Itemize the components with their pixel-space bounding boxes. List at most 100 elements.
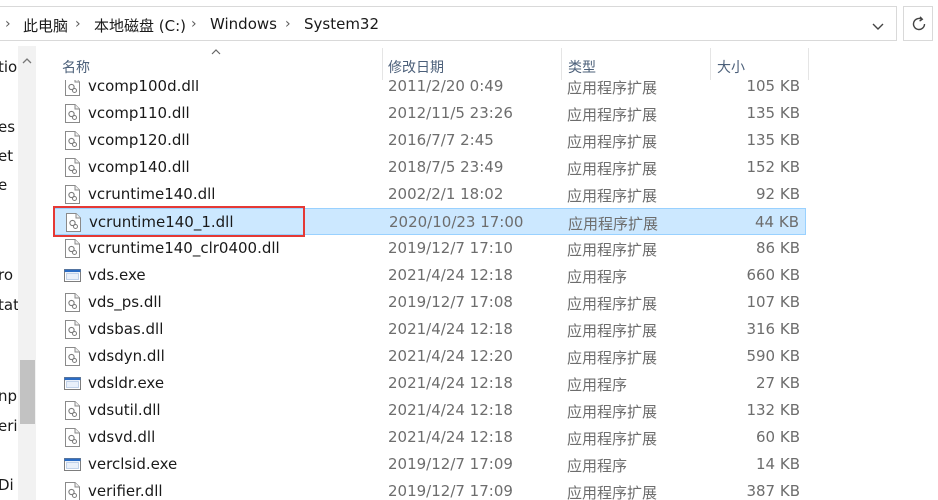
scroll-up-arrow-icon[interactable] [20,56,34,66]
breadcrumb-windows[interactable]: Windows [210,15,277,33]
file-type: 应用程序扩展 [567,106,658,124]
file-type: 应用程序扩展 [567,295,658,313]
nav-item[interactable]: tio [0,58,17,76]
dll-file-icon [64,239,81,258]
file-row[interactable]: vdsutil.dll 2021/4/24 12:18 应用程序扩展 132 KB [54,397,806,424]
file-date: 2021/4/24 12:18 [388,401,513,419]
file-size: 135 KB [746,131,800,149]
column-divider[interactable] [382,48,383,80]
nav-item[interactable]: ro [0,266,13,284]
breadcrumb[interactable]: › 此电脑 › 本地磁盘 (C:) › Windows › System32 [0,6,897,41]
file-row[interactable]: vcruntime140_clr0400.dll 2019/12/7 17:10 应… [54,235,806,262]
file-list: vcomp100d.dll 2011/2/20 0:49 应用程序扩展 105 KB v… [38,46,938,500]
dll-file-icon [64,482,81,500]
column-header-name[interactable]: 名称 [62,57,90,77]
file-row[interactable]: vdsvd.dll 2021/4/24 12:18 应用程序扩展 60 KB [54,424,806,451]
file-name: vdsdyn.dll [88,347,165,365]
dll-file-icon [64,131,81,150]
file-type: 应用程序 [567,376,628,394]
nav-item[interactable]: Di [0,476,14,494]
file-type: 应用程序扩展 [567,160,658,178]
dll-file-icon [64,104,81,123]
dll-file-icon [65,213,82,232]
file-date: 2021/4/24 12:18 [388,320,513,338]
file-date: 2002/2/1 18:02 [388,185,504,203]
file-name: vdsldr.exe [88,374,165,392]
dll-file-icon [64,158,81,177]
file-row[interactable]: vcomp140.dll 2018/7/5 23:49 应用程序扩展 152 KB [54,154,806,181]
file-row[interactable]: vdsbas.dll 2021/4/24 12:18 应用程序扩展 316 KB [54,316,806,343]
column-divider[interactable] [808,48,809,80]
file-row[interactable]: verclsid.exe 2019/12/7 17:09 应用程序 14 KB [54,451,806,478]
column-divider[interactable] [710,48,711,80]
file-row[interactable]: vds.exe 2021/4/24 12:18 应用程序 660 KB [54,262,806,289]
dll-file-icon [64,347,81,366]
breadcrumb-this-pc[interactable]: 此电脑 [23,15,68,36]
nav-item[interactable]: tat [0,296,19,314]
file-size: 387 KB [746,482,800,500]
dll-file-icon [64,185,81,204]
file-name: vdsbas.dll [88,320,164,338]
navigation-pane: tio es et e ro tat np eri Di [0,46,38,500]
column-header-type[interactable]: 类型 [568,57,596,77]
dll-file-icon [64,320,81,339]
breadcrumb-system32[interactable]: System32 [304,15,379,33]
file-name: verclsid.exe [88,455,178,473]
breadcrumb-separator-icon[interactable]: › [75,16,81,32]
column-header-size[interactable]: 大小 [717,57,745,77]
file-date: 2019/12/7 17:08 [388,293,513,311]
nav-item[interactable]: eri [0,417,18,435]
file-row[interactable]: verifier.dll 2019/12/7 17:09 应用程序扩展 387 KB [54,478,806,500]
breadcrumb-separator-icon[interactable]: › [191,16,197,32]
file-row[interactable]: vdsldr.exe 2021/4/24 12:18 应用程序 27 KB [54,370,806,397]
nav-scrollbar[interactable] [18,46,36,500]
file-name: vdsvd.dll [88,428,156,446]
file-date: 2021/4/24 12:18 [388,428,513,446]
file-type: 应用程序扩展 [567,403,658,421]
nav-scrollbar-thumb[interactable] [20,360,35,424]
file-type: 应用程序扩展 [567,430,658,448]
file-size: 660 KB [746,266,800,284]
file-row[interactable]: vcomp120.dll 2016/7/7 2:45 应用程序扩展 135 KB [54,127,806,154]
file-size: 135 KB [746,104,800,122]
file-size: 316 KB [746,320,800,338]
dll-file-icon [64,293,81,312]
column-divider[interactable] [561,48,562,80]
breadcrumb-separator-icon[interactable]: › [285,16,291,32]
column-header-date[interactable]: 修改日期 [388,57,444,77]
exe-file-icon [64,266,81,285]
exe-file-icon [64,455,81,474]
nav-item[interactable]: np [0,387,17,405]
sort-ascending-icon [211,49,221,55]
file-type: 应用程序扩展 [567,79,658,97]
file-row[interactable]: vcruntime140.dll 2002/2/1 18:02 应用程序扩展 92 K… [54,181,806,208]
chevron-down-icon[interactable] [868,16,888,36]
file-date: 2021/4/24 12:20 [388,347,513,365]
file-name: verifier.dll [88,482,163,500]
file-name: vcomp140.dll [88,158,190,176]
nav-item[interactable]: e [0,176,7,194]
file-name: vdsutil.dll [88,401,161,419]
refresh-button[interactable] [903,6,933,41]
file-row-selected[interactable]: vcruntime140_1.dll 2020/10/23 17:00 应用程序扩展… [54,208,806,235]
file-row[interactable]: vdsdyn.dll 2021/4/24 12:20 应用程序扩展 590 KB [54,343,806,370]
breadcrumb-local-disk[interactable]: 本地磁盘 (C:) [94,15,186,36]
file-size: 44 KB [755,213,799,231]
file-name: vcruntime140.dll [88,185,216,203]
breadcrumb-separator-icon[interactable]: › [5,16,11,32]
nav-item[interactable]: et [0,147,13,165]
file-size: 107 KB [746,293,800,311]
file-row[interactable]: vcomp110.dll 2012/11/5 23:26 应用程序扩展 135 KB [54,100,806,127]
file-size: 60 KB [756,428,800,446]
file-size: 152 KB [746,158,800,176]
file-date: 2019/12/7 17:09 [388,455,513,473]
nav-item[interactable]: es [0,118,15,136]
file-size: 14 KB [756,455,800,473]
file-type: 应用程序扩展 [567,322,658,340]
file-type: 应用程序扩展 [568,215,659,233]
file-row[interactable]: vds_ps.dll 2019/12/7 17:08 应用程序扩展 107 KB [54,289,806,316]
file-date: 2019/12/7 17:10 [388,239,513,257]
file-type: 应用程序扩展 [567,349,658,367]
file-date: 2021/4/24 12:18 [388,266,513,284]
file-type: 应用程序 [567,457,628,475]
